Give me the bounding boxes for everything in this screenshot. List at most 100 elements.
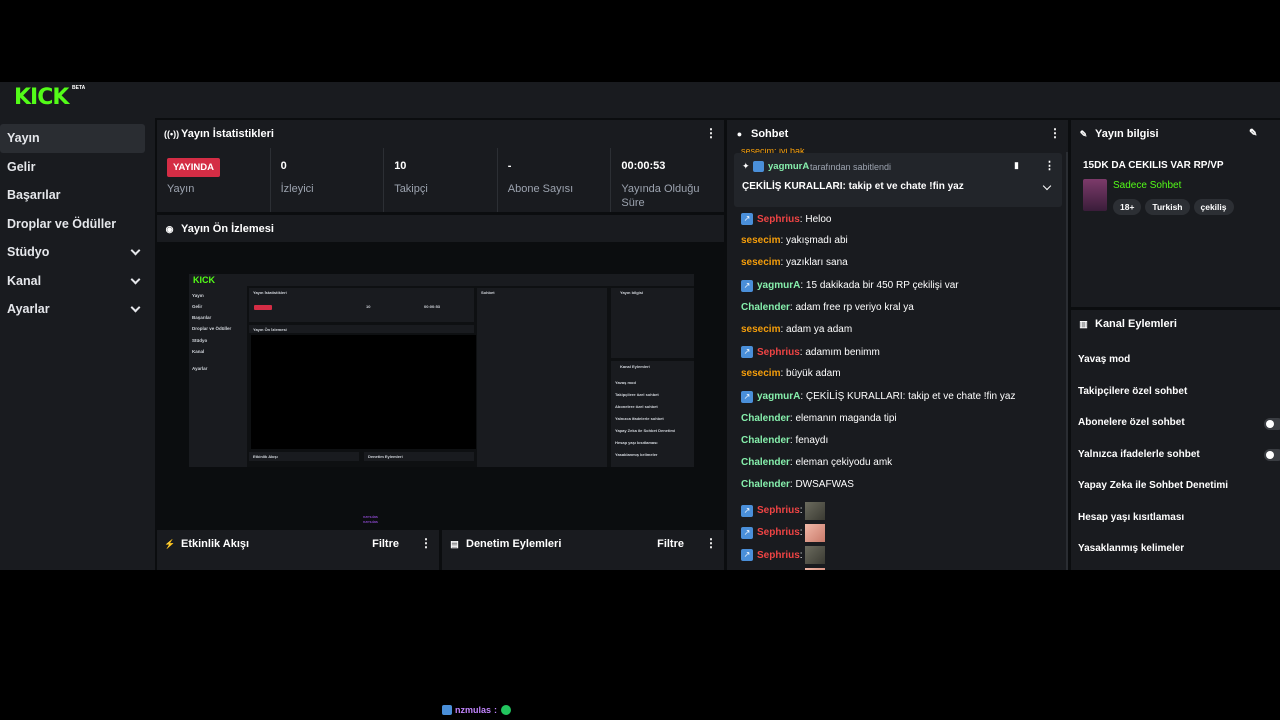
- panel-header: ((•)) Yayın İstatistikleri: [157, 120, 724, 148]
- chat-username[interactable]: sesecim: [741, 257, 780, 268]
- stat-value: 0: [280, 160, 287, 172]
- mini-stat-value: 00:00:53: [424, 304, 441, 309]
- sidebar-item-kanal[interactable]: Kanal: [0, 267, 145, 296]
- chevron-down-icon: [130, 245, 141, 256]
- chat-username[interactable]: Sephrius: [757, 505, 800, 516]
- chat-message[interactable]: ↗Sephrius:: [741, 523, 825, 542]
- beta-label: BETA: [72, 85, 86, 91]
- mini-info-panel: [611, 288, 694, 358]
- sidebar-item-yayin[interactable]: Yayın: [0, 124, 145, 153]
- activity-feed-panel: ⚡ Etkinlik Akışı Filtre: [157, 530, 439, 570]
- chat-username[interactable]: sesecim: [741, 235, 780, 246]
- sidebar-item-droplar[interactable]: Droplar ve Ödüller: [0, 210, 145, 239]
- more-options-icon[interactable]: [705, 536, 717, 550]
- emotes-only-toggle[interactable]: [1264, 449, 1280, 461]
- live-badge: YAYINDA: [167, 158, 221, 177]
- chat-username[interactable]: Chalender: [741, 302, 790, 313]
- moderator-badge-icon: ↗: [741, 390, 753, 403]
- action-slow-mode[interactable]: Yavaş mod: [1078, 354, 1130, 365]
- tag[interactable]: 18+: [1113, 199, 1142, 215]
- more-options-icon[interactable]: ⋮: [1044, 159, 1055, 172]
- chat-username[interactable]: Sephrius: [757, 347, 800, 358]
- chat-scrollbar[interactable]: [1066, 152, 1068, 570]
- moderator-badge-icon: [442, 705, 452, 715]
- sidebar-item-label: Yayın: [7, 131, 40, 146]
- filter-button[interactable]: Filtre: [657, 538, 684, 550]
- chat-username[interactable]: Chalender: [741, 413, 790, 424]
- edit-icon[interactable]: ✎: [1249, 128, 1257, 139]
- stat-value: 00:00:53: [621, 160, 666, 172]
- emote-icon: [501, 705, 512, 715]
- chat-message[interactable]: sesecim: yazıkları sana: [741, 257, 848, 268]
- stream-preview[interactable]: KICK Yayın Gelir Başarılar Droplar ve Öd…: [155, 244, 725, 527]
- chat-username[interactable]: sesecim: [741, 368, 780, 379]
- chat-message[interactable]: ↗ Sephrius: adamım benimm: [741, 346, 880, 359]
- action-emotes-only[interactable]: Yalnızca ifadelerle sohbet: [1078, 449, 1200, 460]
- tag[interactable]: Turkish: [1145, 199, 1190, 215]
- action-ai-moderation[interactable]: Yapay Zeka ile Sohbet Denetimi: [1078, 480, 1228, 491]
- chat-username[interactable]: sesecim: [741, 324, 780, 335]
- mini-video: [251, 335, 476, 449]
- chat-username[interactable]: Sephrius: [757, 214, 800, 225]
- panel-title: Sohbet: [751, 128, 789, 140]
- sidebar-item-studyo[interactable]: Stüdyo: [0, 238, 145, 267]
- chat-message[interactable]: ↗ Sephrius: Heloo: [741, 213, 831, 225]
- action-subscribers-only[interactable]: Abonelere özel sohbet: [1078, 417, 1185, 428]
- chat-message[interactable]: ↗Sephrius:: [741, 501, 825, 520]
- stream-title: 15DK DA CEKILIS VAR RP/VP: [1083, 160, 1224, 171]
- chat-username[interactable]: Sephrius: [757, 550, 800, 561]
- category-thumbnail[interactable]: [1083, 179, 1107, 211]
- chat-username[interactable]: yagmurA: [757, 280, 800, 291]
- chat-message[interactable]: Chalender: eleman çekiyodu amk: [741, 457, 892, 468]
- panel-header: ◉ Yayın Ön İzlemesi: [157, 215, 724, 242]
- wrench-icon: ✎: [1079, 128, 1088, 139]
- stat-label: Takipçi: [394, 183, 428, 195]
- pinned-message[interactable]: ✦ yagmurA tarafından sabitlendi ▮ ⋮ ÇEKİLİŞ K…: [734, 153, 1062, 207]
- tag[interactable]: çekiliş: [1193, 199, 1234, 215]
- mini-preview-title: Yayın Ön İzlemesi: [253, 327, 287, 332]
- chat-message[interactable]: ↗Sephrius:: [741, 546, 825, 564]
- chat-message[interactable]: sesecim: büyük adam: [741, 368, 841, 379]
- mini-action: Abonelere özel sohbet: [615, 404, 658, 409]
- chat-username[interactable]: Sephrius: [757, 527, 800, 538]
- panel-title: Yayın bilgisi: [1095, 128, 1159, 140]
- chat-message[interactable]: sesecim: yakışmadı abi: [741, 235, 848, 246]
- chat-message[interactable]: sesecim: adam ya adam: [741, 324, 852, 335]
- sidebar-item-label: Başarılar: [7, 188, 61, 203]
- chat-username[interactable]: Chalender: [741, 457, 790, 468]
- chat-message[interactable]: Chalender: fenaydı: [741, 435, 828, 446]
- chevron-down-icon: [130, 302, 141, 313]
- sidebar-item-label: Gelir: [7, 159, 36, 174]
- moderator-badge-icon: ↗: [741, 346, 753, 359]
- chat-message[interactable]: Chalender: DWSAFWAS: [741, 479, 854, 490]
- sidebar: Yayın Gelir Başarılar Droplar ve Ödüller…: [0, 118, 155, 570]
- mini-nav-item: Yayın: [192, 293, 204, 298]
- action-followers-only[interactable]: Takipçilere özel sohbet: [1078, 386, 1187, 397]
- sidebar-item-basarilar[interactable]: Başarılar: [0, 181, 145, 210]
- chat-text: : DWSAFWAS: [789, 479, 854, 491]
- chat-message[interactable]: Chalender: elemanın maganda tipi: [741, 413, 897, 424]
- chat-username[interactable]: yagmurA: [757, 391, 800, 402]
- chat-message[interactable]: ↗ yagmurA: 15 dakikada bir 450 RP çekiliş…: [741, 279, 959, 292]
- pin-action-icon[interactable]: ▮: [1014, 160, 1019, 171]
- action-account-age[interactable]: Hesap yaşı kısıtlaması: [1078, 512, 1184, 523]
- chevron-down-icon[interactable]: [1042, 181, 1052, 191]
- subscribers-only-toggle[interactable]: [1264, 418, 1280, 430]
- chat-username[interactable]: Chalender: [741, 479, 790, 490]
- chat-message[interactable]: Chalender: adam free rp veriyo kral ya: [741, 302, 914, 313]
- action-banned-words[interactable]: Yasaklanmış kelimeler: [1078, 543, 1184, 554]
- kick-logo[interactable]: KICK: [14, 85, 69, 110]
- chat-message[interactable]: ↗Sephrius:: [741, 568, 825, 570]
- filter-button[interactable]: Filtre: [372, 538, 399, 550]
- more-options-icon[interactable]: [420, 536, 432, 550]
- sidebar-item-gelir[interactable]: Gelir: [0, 153, 145, 182]
- sidebar-item-ayarlar[interactable]: Ayarlar: [0, 295, 145, 324]
- stat-value: -: [507, 160, 512, 172]
- mini-action: Yasaklanmış kelimeler: [615, 452, 658, 457]
- more-options-icon[interactable]: [1049, 126, 1061, 140]
- chat-message[interactable]: ↗ yagmurA: ÇEKİLİŞ KURALLARI: takip et ve…: [741, 390, 1015, 403]
- chat-text: : adam free rp veriyo kral ya: [789, 301, 914, 313]
- tag-list: 18+ Turkish çekiliş: [1113, 197, 1238, 215]
- more-options-icon[interactable]: [705, 126, 717, 140]
- chat-username[interactable]: Chalender: [741, 435, 790, 446]
